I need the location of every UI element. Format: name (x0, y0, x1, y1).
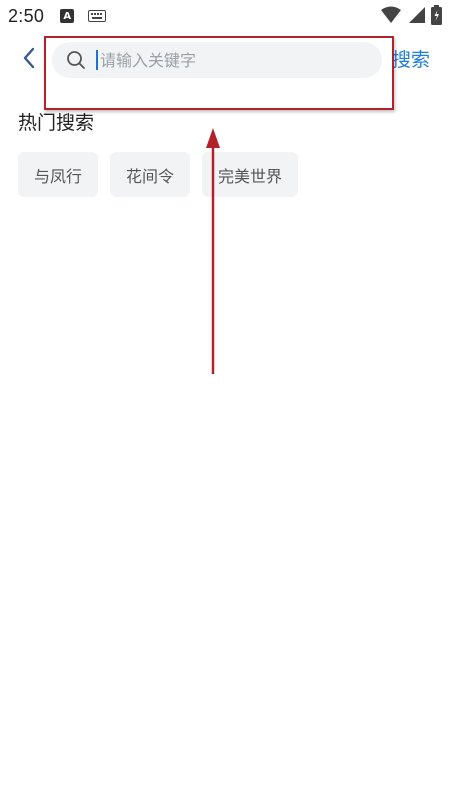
status-bar: 2:50 A (0, 0, 450, 32)
annotation-highlight-box (44, 36, 394, 110)
status-right-icons (381, 5, 442, 30)
hot-search-title: 热门搜索 (18, 112, 95, 134)
wifi-icon (381, 6, 401, 29)
back-button[interactable] (16, 46, 42, 74)
search-screen: 2:50 A 请输入关键字 搜索 热门搜索 与凤行 花间令 完美世界 (0, 0, 450, 800)
chevron-left-icon (22, 47, 36, 73)
search-button[interactable]: 搜索 (392, 46, 430, 74)
annotation-arrow (206, 128, 220, 374)
signal-icon (407, 6, 425, 29)
hot-search-tags: 与凤行 花间令 完美世界 (18, 152, 299, 197)
hot-search-tag[interactable]: 花间令 (110, 152, 191, 197)
hot-search-tag[interactable]: 与凤行 (18, 152, 99, 197)
status-time: 2:50 (8, 5, 45, 26)
keyboard-icon (88, 6, 107, 27)
a-icon: A (60, 9, 75, 23)
battery-icon (431, 5, 442, 30)
